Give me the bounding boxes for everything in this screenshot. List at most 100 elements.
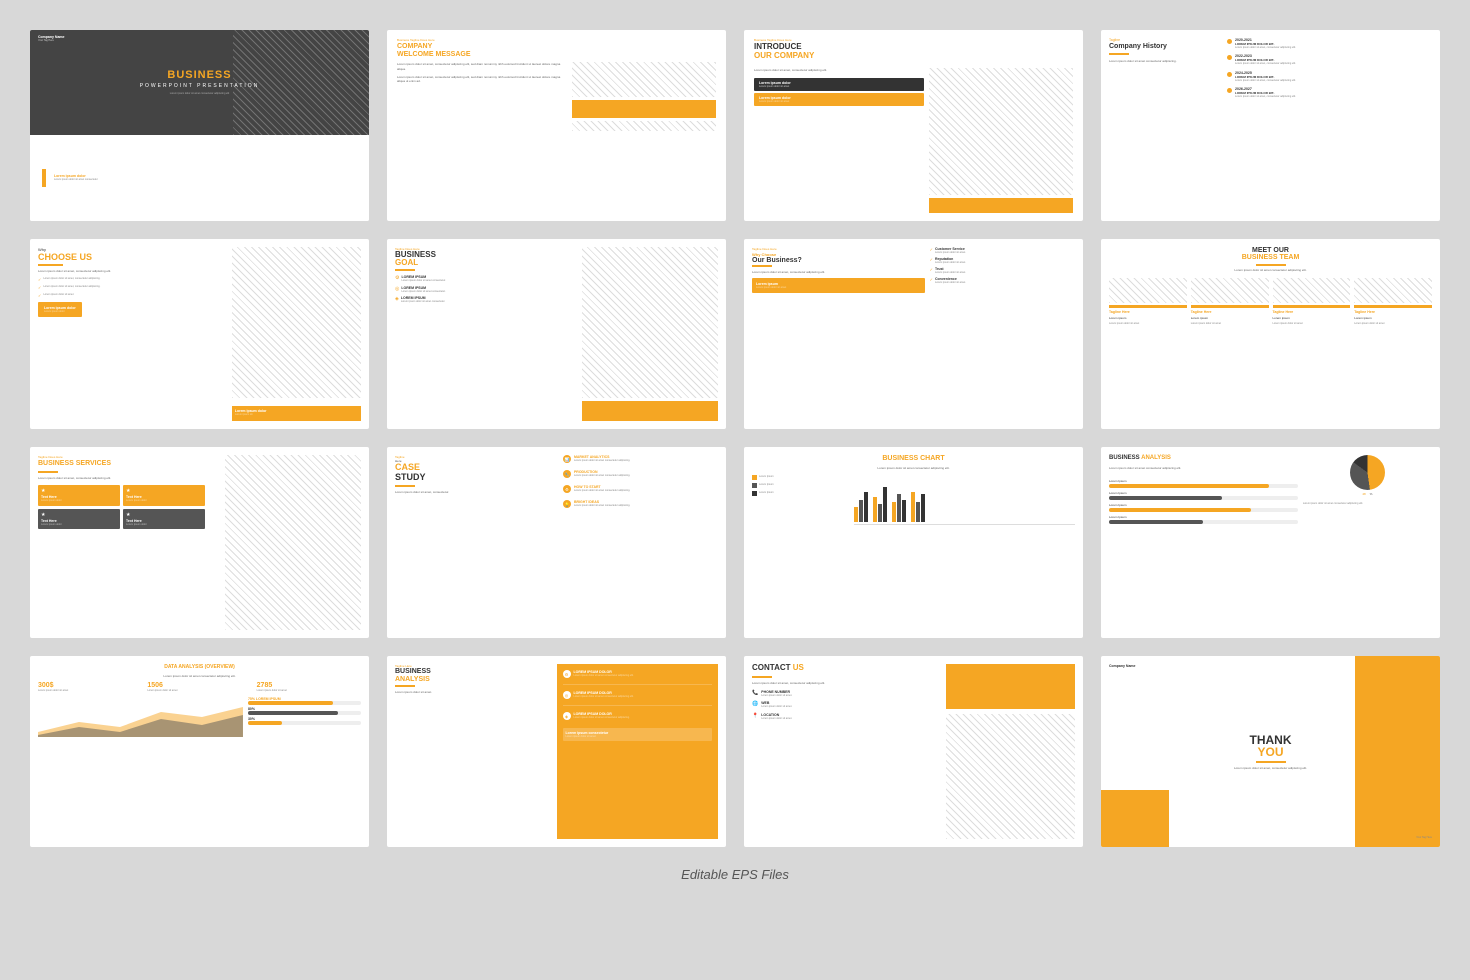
check-item-2: ✓ Lorem ipsum dolor sit amet, consectetu…: [38, 285, 226, 290]
bar-3b: [897, 494, 901, 522]
slide-data-analysis: DATA ANALYSIS (OVERVIEW) Lorem ipsum dol…: [30, 656, 369, 847]
slide-welcome-title: COMPANY WELCOME MESSAGE: [397, 43, 716, 58]
contact-left: CONTACT US Lorem ipsum dolor sit amet, c…: [752, 664, 941, 839]
analysis-icon-1: ⚙: [563, 670, 571, 678]
gear-icon-3: ◈: [395, 296, 399, 302]
data-stats: 300$ Lorem ipsum dolor sit amet 1506 Lor…: [38, 682, 361, 692]
analysis-icon-2: ◎: [563, 691, 571, 699]
slide-analysis: BUSINESS ANALYSIS Lorem ipsum dolor sit …: [1101, 447, 1440, 638]
bar-group-4: [911, 492, 925, 522]
team-photo-4: [1354, 278, 1432, 303]
chart-title: BUSINESS CHART: [752, 455, 1075, 462]
contact-location: 📍 LOCATION Lorem ipsum dolor sit amet.: [752, 713, 941, 720]
bar-group-3: [892, 494, 906, 522]
check-icon-cs: ✓: [930, 247, 933, 252]
slide3-text: Lorem ipsum dolor sit amet, consectetur …: [754, 68, 924, 213]
contact-web: 🌐 WEB Lorem ipsum dolor sit amet.: [752, 701, 941, 708]
cover-image: [233, 30, 369, 135]
team-photo-2: [1191, 278, 1269, 303]
service-card-2: ★ Text Here Lorem ipsum dolor: [123, 485, 205, 505]
legend-color-1: [752, 475, 757, 480]
slide-tagline: Business Tagline Does Here: [397, 38, 716, 42]
prog-bar-3: [248, 721, 282, 725]
analysis-icon-3: ◈: [563, 712, 571, 720]
why-right: ✓ Customer Service Lorem ipsum dolor sit…: [930, 247, 1075, 422]
slide3-body: Lorem ipsum dolor sit amet, consectetur …: [754, 68, 1073, 213]
phone-icon: 📞: [752, 690, 758, 696]
team-header: MEET OUR BUSINESS TEAM Lorem ipsum dolor…: [1109, 247, 1432, 273]
goal-item-3: ◈ LOREM IPSUM Lorem ipsum dolor sit amet…: [395, 296, 577, 303]
history-dot-2: [1227, 55, 1232, 60]
slide-team: MEET OUR BUSINESS TEAM Lorem ipsum dolor…: [1101, 239, 1440, 430]
case-item-3: ⚙ HOW TO START Lorem ipsum dolor sit ame…: [563, 485, 718, 493]
contact-title: CONTACT US: [752, 664, 941, 673]
goal-item-2: ◎ LOREM IPSUM Lorem ipsum dolor sit amet…: [395, 286, 577, 293]
case-item-4: 💡 BRIGHT IDEAS Lorem ipsum dolor sit ame…: [563, 500, 718, 508]
history-item-4: 2026-2027 LOREM IPSUM DOLOR BIT- Lorem i…: [1227, 87, 1432, 98]
hbar-fill-1: [1109, 484, 1269, 488]
analysis-bars: Lorem Ipsum Lorem Ipsum Lorem Ipsum: [1109, 479, 1298, 527]
services-title: BUSINESS SERVICES: [38, 460, 220, 468]
why-feature: Lorem ipsum Lorem ipsum dolor sit amet: [752, 278, 925, 293]
team-cards: Tagline Here Lorem ipsum Lorem ipsum dol…: [1109, 278, 1432, 325]
history-tagline: Tagline: [1109, 38, 1222, 42]
cover-footer-text: Lorem ipsum dolor Lorem ipsum dolor sit …: [54, 174, 98, 181]
company-logo: Company Name Your Tag Here: [38, 35, 64, 42]
chart-legend: Lorem Ipsum Lorem Ipsum Lorem Ipsum: [752, 475, 849, 631]
web-icon: 🌐: [752, 701, 758, 707]
goal-item-1: ⚙ LOREM IPSUM Lorem ipsum dolor sit amet…: [395, 275, 577, 282]
footer: Editable EPS Files: [30, 867, 1440, 882]
check-item-3: ✓ Lorem ipsum dolor sit amet: [38, 293, 226, 298]
services-cards: ★ Text Here Lorem ipsum dolor ★ Text Her…: [38, 485, 220, 529]
slide-cover: Company Name Your Tag Here BUSINESS POWE…: [30, 30, 369, 221]
progress-3: 30%: [248, 717, 361, 725]
bar-4b: [916, 502, 920, 522]
progress-items: 75% LOREM IPSUM 80% 30%: [248, 697, 361, 839]
welcome-text: Lorem ipsum dolor sit amet, consectetur …: [397, 62, 566, 212]
contact-items: 📞 PHONE NUMBER Lorem ipsum dolor sit ame…: [752, 690, 941, 720]
thankyou-main: THANK YOU Lorem ipsum dolor sit amet, co…: [1109, 734, 1432, 770]
chart-body: Lorem Ipsum Lorem Ipsum Lorem Ipsum: [752, 475, 1075, 631]
check-icon-conv: ✓: [930, 277, 933, 282]
history-title: Company History: [1109, 43, 1222, 55]
why-left: Tagline Does Here Why Choose Our Busines…: [752, 247, 925, 422]
prog-bar-2: [248, 711, 338, 715]
why-title: Our Business?: [752, 257, 925, 264]
gear-icon-1: ⚙: [395, 275, 399, 281]
services-left: Tagline Does Here BUSINESS SERVICES Lore…: [38, 455, 220, 630]
analysis-item-1: ⚙ LOREM IPSUM DOLOR Lorem ipsum dolor si…: [563, 670, 713, 678]
choose-orange: Lorem ipsum dolor Lorem ipsum sit: [232, 406, 361, 421]
legend-color-2: [752, 483, 757, 488]
why-items: ✓ Customer Service Lorem ipsum dolor sit…: [930, 247, 1075, 285]
slide3-title: INTRODUCE OUR COMPANY: [754, 43, 1073, 61]
bar-2b: [878, 504, 882, 522]
bar-2a: [873, 497, 877, 522]
bar-3c: [902, 500, 906, 522]
team-photo-3: [1273, 278, 1351, 303]
slide-goal: Tagline Does Here BUSINESS GOAL ⚙ LOREM …: [387, 239, 726, 430]
slide-chart: BUSINESS CHART Lorem ipsum dolor sit ame…: [744, 447, 1083, 638]
slide-contact: CONTACT US Lorem ipsum dolor sit amet, c…: [744, 656, 1083, 847]
check-icon-3: ✓: [38, 293, 41, 298]
legend-1: Lorem Ipsum: [752, 475, 849, 480]
progress-1: 75% LOREM IPSUM: [248, 697, 361, 705]
ideas-icon: 💡: [563, 500, 571, 508]
history-dot-3: [1227, 72, 1232, 77]
bar-4a: [911, 492, 915, 522]
slide-why-business: Tagline Does Here Why Choose Our Busines…: [744, 239, 1083, 430]
thankyou-content: Company Name THANK YOU Lorem ipsum dolor…: [1101, 656, 1440, 847]
goal-items: ⚙ LOREM IPSUM Lorem ipsum dolor sit amet…: [395, 275, 577, 303]
prog-bar-1: [248, 701, 333, 705]
hbar-4: Lorem Ipsum: [1109, 515, 1298, 524]
cover-title: BUSINESS: [167, 69, 231, 81]
data-chart-area: 75% LOREM IPSUM 80% 30%: [38, 697, 361, 839]
bar-1a: [854, 507, 858, 522]
why-item-4: ✓ Convenience Lorem ipsum dolor sit amet…: [930, 277, 1075, 284]
info-box-dark: Lorem ipsum dolor Lorem ipsum dolor sit …: [754, 78, 924, 91]
area-chart: [38, 697, 243, 737]
welcome-image-2: [572, 121, 716, 131]
analysis-right: 48 % Lorem ipsum dolor sit amet consecte…: [1303, 455, 1432, 630]
cover-desc: Lorem ipsum dolor sit amet consectetur a…: [170, 92, 229, 95]
choose-image: [232, 247, 361, 399]
why-item-3: ✓ Trust Lorem ipsum dolor sit amet.: [930, 267, 1075, 274]
